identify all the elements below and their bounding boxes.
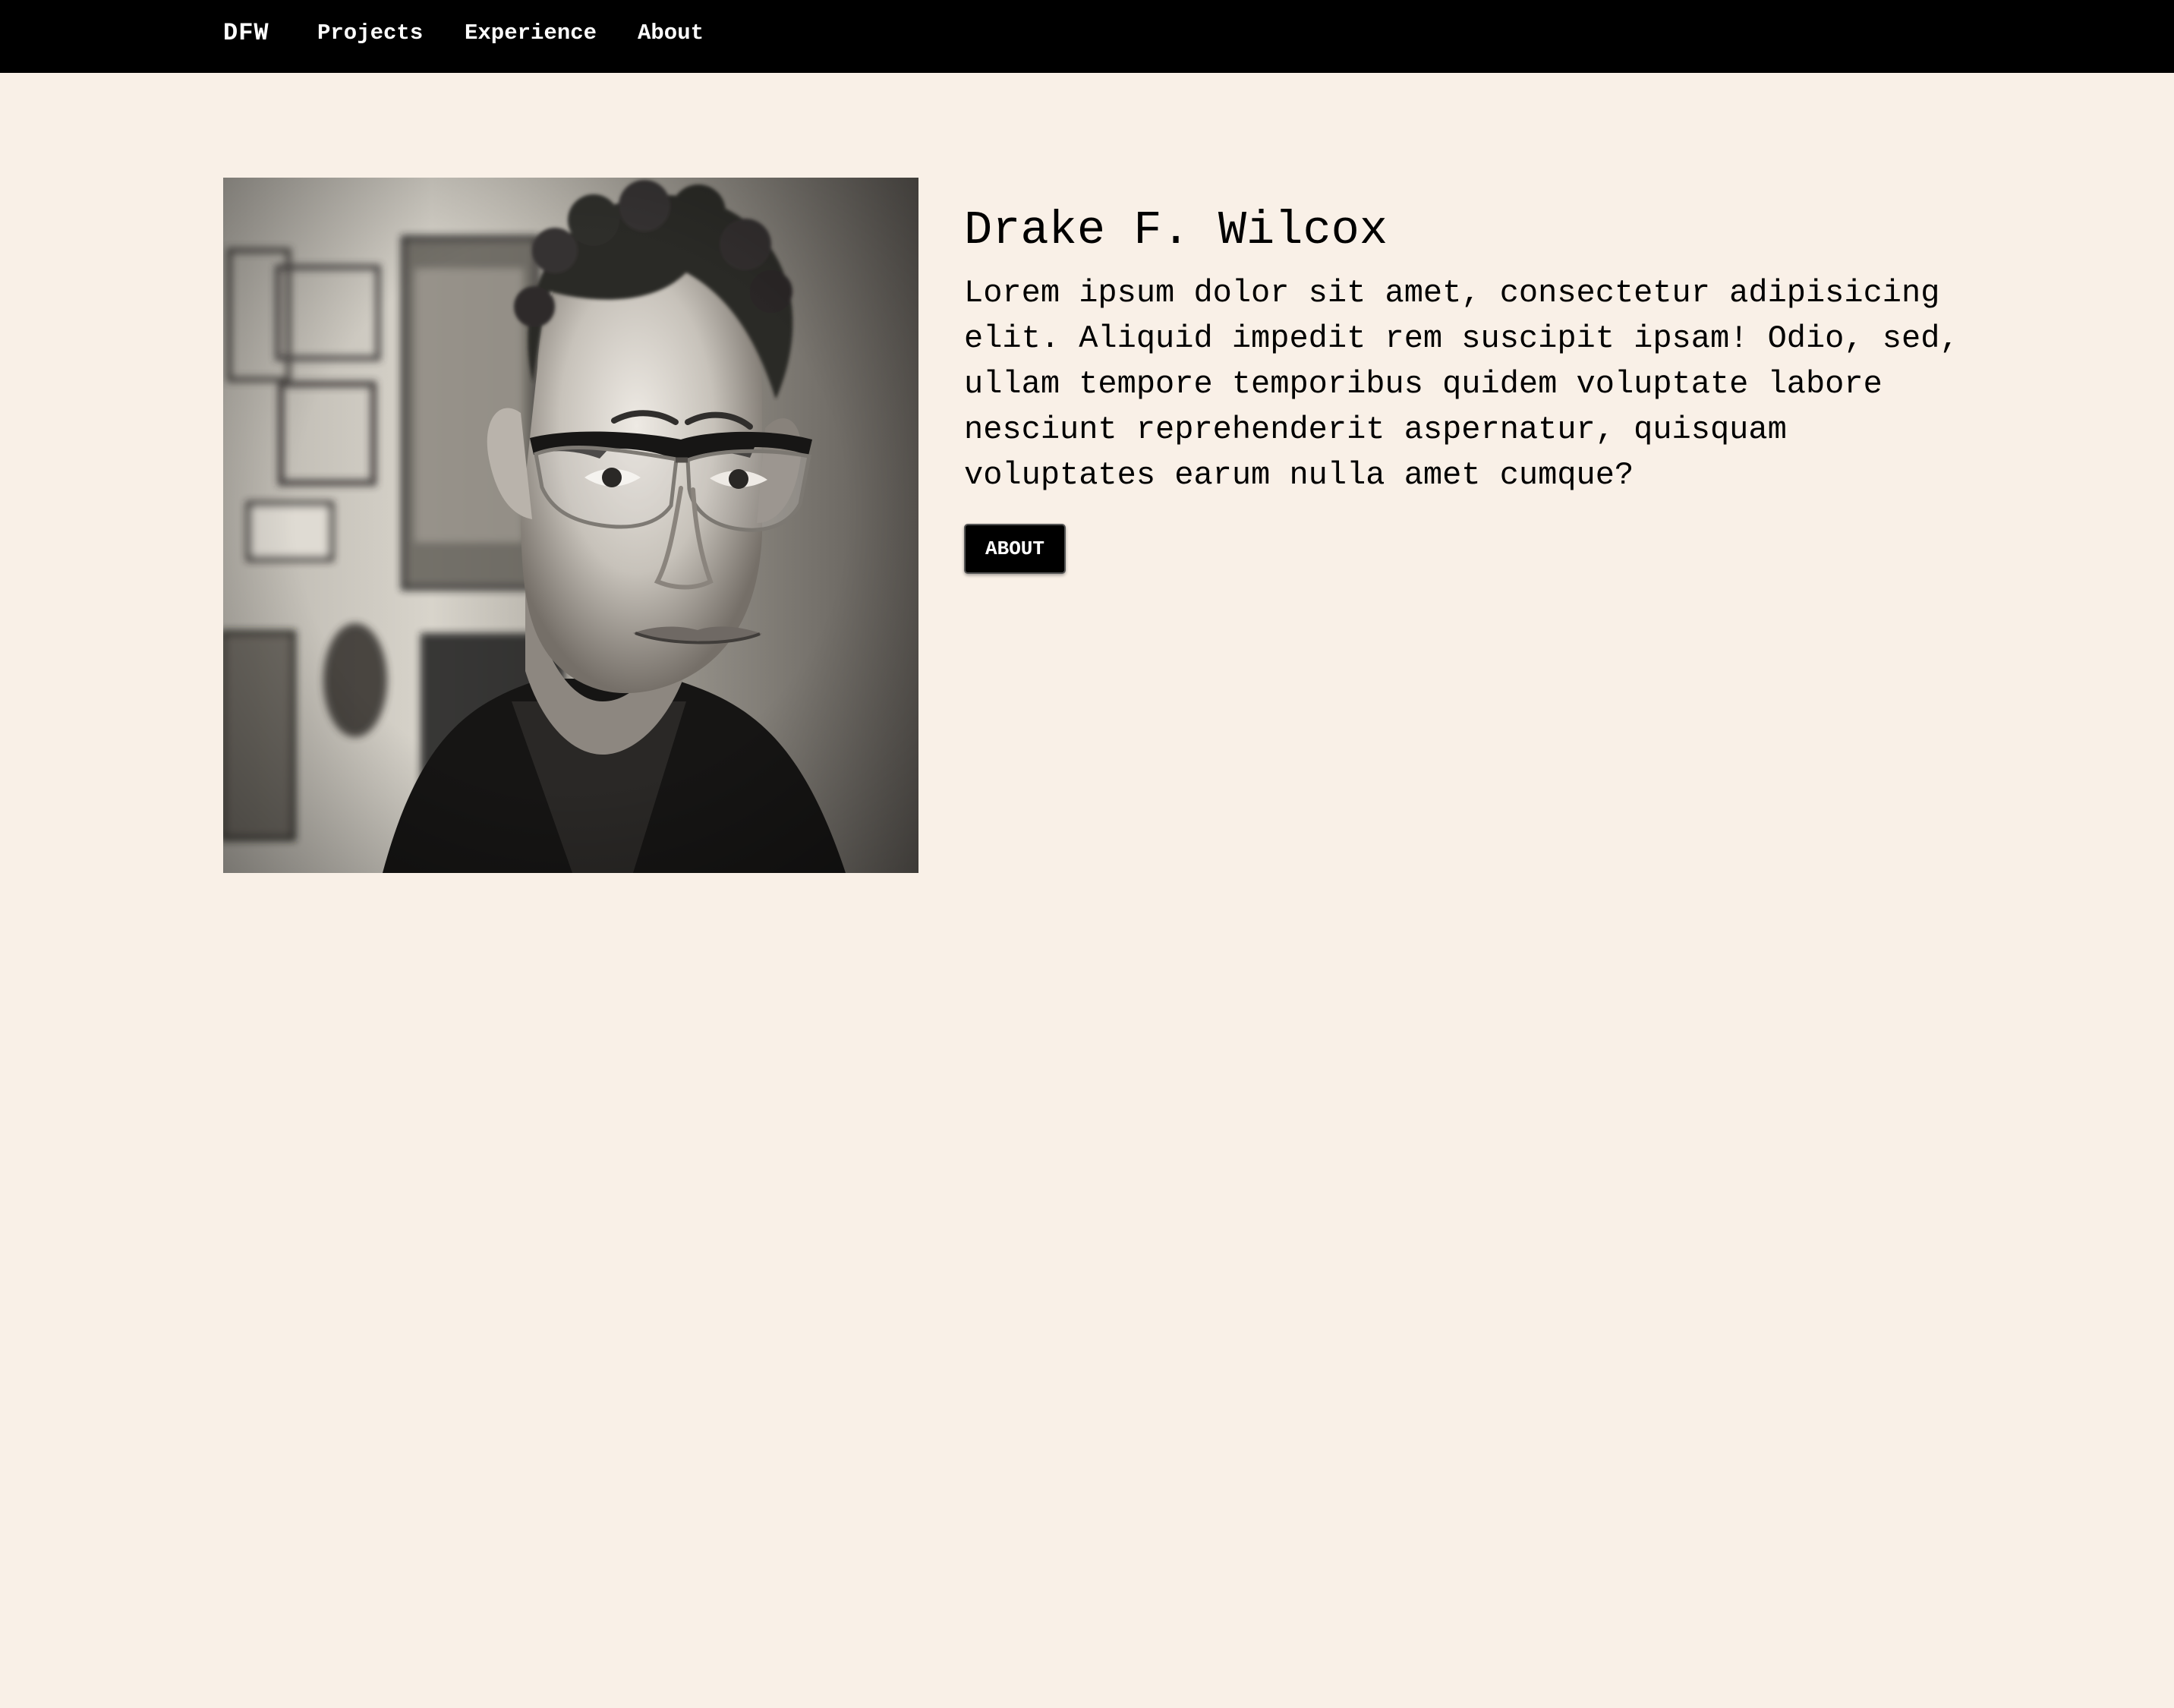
profile-name: Drake F. Wilcox — [964, 203, 1388, 257]
nav-link-experience[interactable]: Experience — [465, 20, 597, 47]
profile-bio: Lorem ipsum dolor sit amet, consectetur … — [964, 275, 1959, 493]
brand-link[interactable]: DFW — [223, 17, 269, 50]
nav-link-about[interactable]: About — [638, 20, 704, 47]
portrait-image — [223, 178, 918, 873]
about-button[interactable]: ABOUT — [964, 524, 1066, 574]
nav-link-projects[interactable]: Projects — [317, 20, 423, 47]
profile-photo — [223, 178, 918, 873]
top-navbar: DFW Projects Experience About — [0, 0, 2174, 73]
